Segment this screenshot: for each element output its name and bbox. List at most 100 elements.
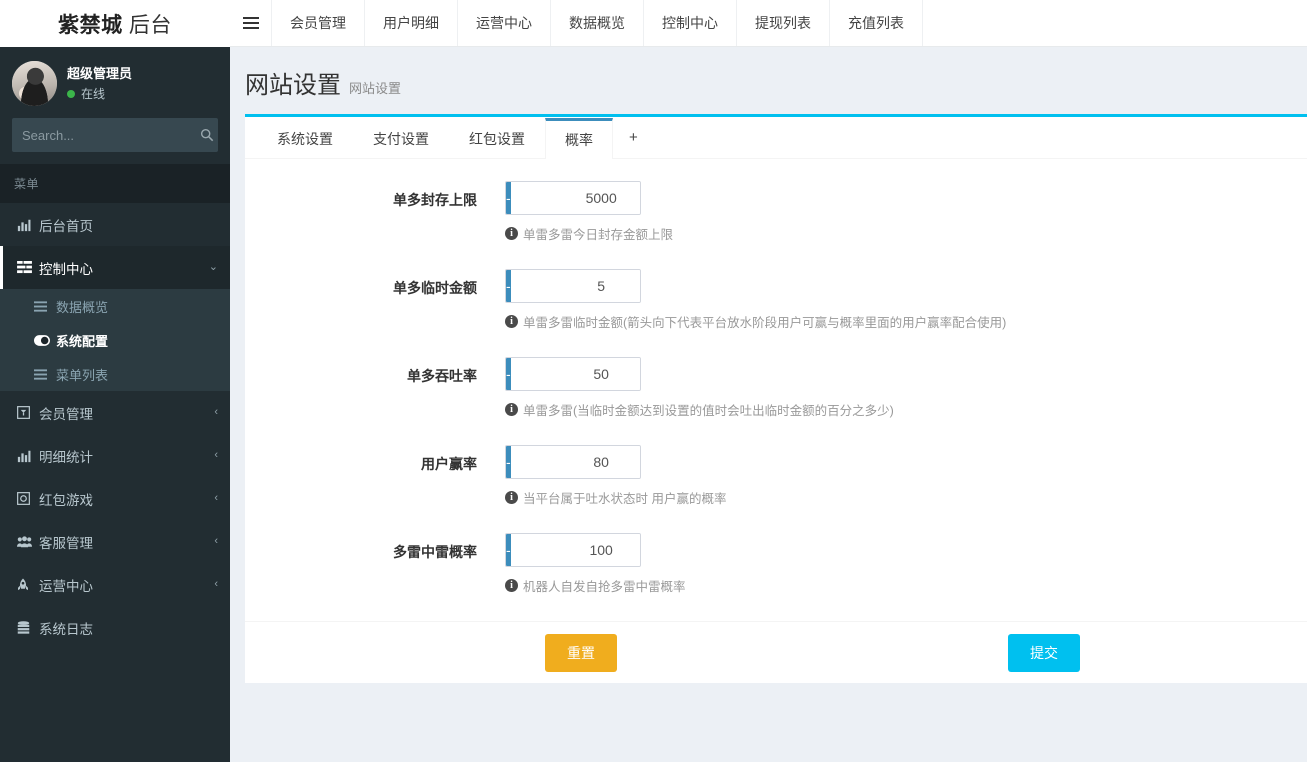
sidebar-search <box>0 118 230 164</box>
sidebar-submenu: 数据概览 系统配置 菜单列表 <box>0 289 230 391</box>
add-tab-button[interactable]: + <box>613 117 654 158</box>
content-area: 网站设置 网站设置 系统设置 支付设置 红包设置 概率 + 单多封存上限 - + <box>230 47 1307 762</box>
search-icon[interactable] <box>198 128 216 142</box>
logo-bar[interactable]: 紫禁城 后台 <box>0 0 230 47</box>
value-input[interactable] <box>510 358 640 390</box>
form-row-user-win-rate: 用户赢率 - + i 当平台属于吐水状态时 用户赢的概率 <box>245 445 1307 507</box>
sidebar-item-label: 红包游戏 <box>39 492 93 508</box>
value-input[interactable] <box>510 446 640 478</box>
help-text-label: 单雷多雷今日封存金额上限 <box>523 228 674 242</box>
sidebar-subitem-system-config[interactable]: 系统配置 <box>0 323 230 357</box>
user-panel[interactable]: 超级管理员 在线 <box>0 47 230 118</box>
field-help: i 当平台属于吐水状态时 用户赢的概率 <box>505 488 1307 507</box>
chevron-left-icon: ‹ <box>214 406 218 418</box>
topnav-item-5[interactable]: 提现列表 <box>737 0 830 46</box>
sidebar-subitem-label: 菜单列表 <box>56 367 109 383</box>
list-icon <box>34 368 56 380</box>
info-icon: i <box>505 315 518 328</box>
value-input[interactable] <box>510 270 640 302</box>
topnav-item-1[interactable]: 用户明细 <box>365 0 458 46</box>
sidebar-item-redpacket-game[interactable]: 红包游戏 ‹ <box>0 477 230 520</box>
topnav-item-6[interactable]: 充值列表 <box>830 0 923 46</box>
sidebar-item-member-management[interactable]: 会员管理 ‹ <box>0 391 230 434</box>
sidebar-item-label: 运营中心 <box>39 578 93 594</box>
brand-logo: 紫禁城 后台 <box>58 9 172 39</box>
field-label: 用户赢率 <box>421 456 477 472</box>
value-input[interactable] <box>510 182 640 214</box>
user-status-label: 在线 <box>81 87 106 102</box>
form-footer: 重置 提交 <box>245 621 1307 683</box>
stepper-user-win-rate: - + <box>505 445 641 479</box>
info-icon: i <box>505 491 518 504</box>
sidebar-subitem-data-overview[interactable]: 数据概览 <box>0 289 230 323</box>
sidebar-subitem-menu-list[interactable]: 菜单列表 <box>0 357 230 391</box>
sidebar-item-label: 会员管理 <box>39 406 93 422</box>
topnav-item-3[interactable]: 数据概览 <box>551 0 644 46</box>
page-title: 网站设置 <box>245 72 341 99</box>
info-icon: i <box>505 579 518 592</box>
chevron-left-icon: ‹ <box>214 492 218 504</box>
chevron-down-icon: ⌄ <box>208 261 218 273</box>
sidebar-menu-header: 菜单 <box>0 164 230 203</box>
sidebar-item-system-log[interactable]: 系统日志 <box>0 606 230 649</box>
database-icon <box>17 620 39 635</box>
topnav-item-4[interactable]: 控制中心 <box>644 0 737 46</box>
help-text-label: 当平台属于吐水状态时 用户赢的概率 <box>523 492 727 506</box>
topnav-item-0[interactable]: 会员管理 <box>272 0 365 46</box>
user-name: 超级管理员 <box>67 65 133 81</box>
stepper-temp-amount: - + <box>505 269 641 303</box>
sidebar-item-detail-stats[interactable]: 明细统计 ‹ <box>0 434 230 477</box>
field-label: 多雷中雷概率 <box>393 544 477 560</box>
sidebar-item-dashboard[interactable]: 后台首页 <box>0 203 230 246</box>
sidebar: 超级管理员 在线 菜单 后台首页 控制中心 ⌄ <box>0 47 230 762</box>
help-text-label: 机器人自发自抢多雷中雷概率 <box>523 580 686 594</box>
tab-system-settings[interactable]: 系统设置 <box>257 118 353 159</box>
page-subtitle: 网站设置 <box>349 81 402 96</box>
stepper-seal-limit: - + <box>505 181 641 215</box>
field-help: i 机器人自发自抢多雷中雷概率 <box>505 576 1307 595</box>
rocket-icon <box>17 578 39 592</box>
reset-button[interactable]: 重置 <box>545 633 617 672</box>
brand-suffix: 后台 <box>128 13 172 37</box>
sidebar-item-label: 后台首页 <box>39 218 93 234</box>
sidebar-subitem-label: 数据概览 <box>56 299 109 315</box>
search-input[interactable] <box>22 127 198 143</box>
chevron-left-icon: ‹ <box>214 449 218 461</box>
topnav-item-2[interactable]: 运营中心 <box>458 0 551 46</box>
user-status: 在线 <box>67 86 132 102</box>
info-icon: i <box>505 403 518 416</box>
field-label: 单多吞吐率 <box>407 368 477 384</box>
tab-probability[interactable]: 概率 <box>545 118 613 159</box>
value-input[interactable] <box>510 534 640 566</box>
list-alt-icon <box>17 261 39 274</box>
help-text-label: 单雷多雷临时金额(箭头向下代表平台放水阶段用户可赢与概率里面的用户赢率配合使用) <box>523 316 1007 330</box>
tab-payment-settings[interactable]: 支付设置 <box>353 118 449 159</box>
info-icon: i <box>505 227 518 240</box>
probability-form: 单多封存上限 - + i 单雷多雷今日封存金额上限 单多临时金额 <box>245 159 1307 595</box>
form-row-multi-mine-rate: 多雷中雷概率 - + i 机器人自发自抢多雷中雷概率 <box>245 533 1307 595</box>
bar-chart-icon <box>17 449 39 463</box>
sidebar-item-customer-service[interactable]: 客服管理 ‹ <box>0 520 230 563</box>
sidebar-item-control-center[interactable]: 控制中心 ⌄ <box>0 246 230 289</box>
field-help: i 单雷多雷(当临时金额达到设置的值时会吐出临时金额的百分之多少) <box>505 400 1307 419</box>
tab-redpacket-settings[interactable]: 红包设置 <box>449 118 545 159</box>
chevron-left-icon: ‹ <box>214 535 218 547</box>
stepper-multi-mine-rate: - + <box>505 533 641 567</box>
id-card-icon <box>17 406 39 419</box>
form-row-temp-amount: 单多临时金额 - + i 单雷多雷临时金额(箭头向下代表平台放水阶段用户可赢与概… <box>245 269 1307 331</box>
field-help: i 单雷多雷今日封存金额上限 <box>505 224 1307 243</box>
hamburger-icon[interactable] <box>230 0 272 46</box>
users-icon <box>17 535 39 548</box>
field-help: i 单雷多雷临时金额(箭头向下代表平台放水阶段用户可赢与概率里面的用户赢率配合使… <box>505 312 1307 331</box>
field-label: 单多封存上限 <box>393 192 477 208</box>
stepper-throughput-rate: - + <box>505 357 641 391</box>
sidebar-item-operations-center[interactable]: 运营中心 ‹ <box>0 563 230 606</box>
submit-button[interactable]: 提交 <box>1008 633 1080 672</box>
sidebar-item-label: 系统日志 <box>39 621 93 637</box>
sidebar-item-label: 控制中心 <box>39 261 93 277</box>
chevron-left-icon: ‹ <box>214 578 218 590</box>
sidebar-item-label: 明细统计 <box>39 449 93 465</box>
sidebar-item-label: 客服管理 <box>39 535 93 551</box>
help-text-label: 单雷多雷(当临时金额达到设置的值时会吐出临时金额的百分之多少) <box>523 404 894 418</box>
sidebar-subitem-label: 系统配置 <box>56 333 109 349</box>
